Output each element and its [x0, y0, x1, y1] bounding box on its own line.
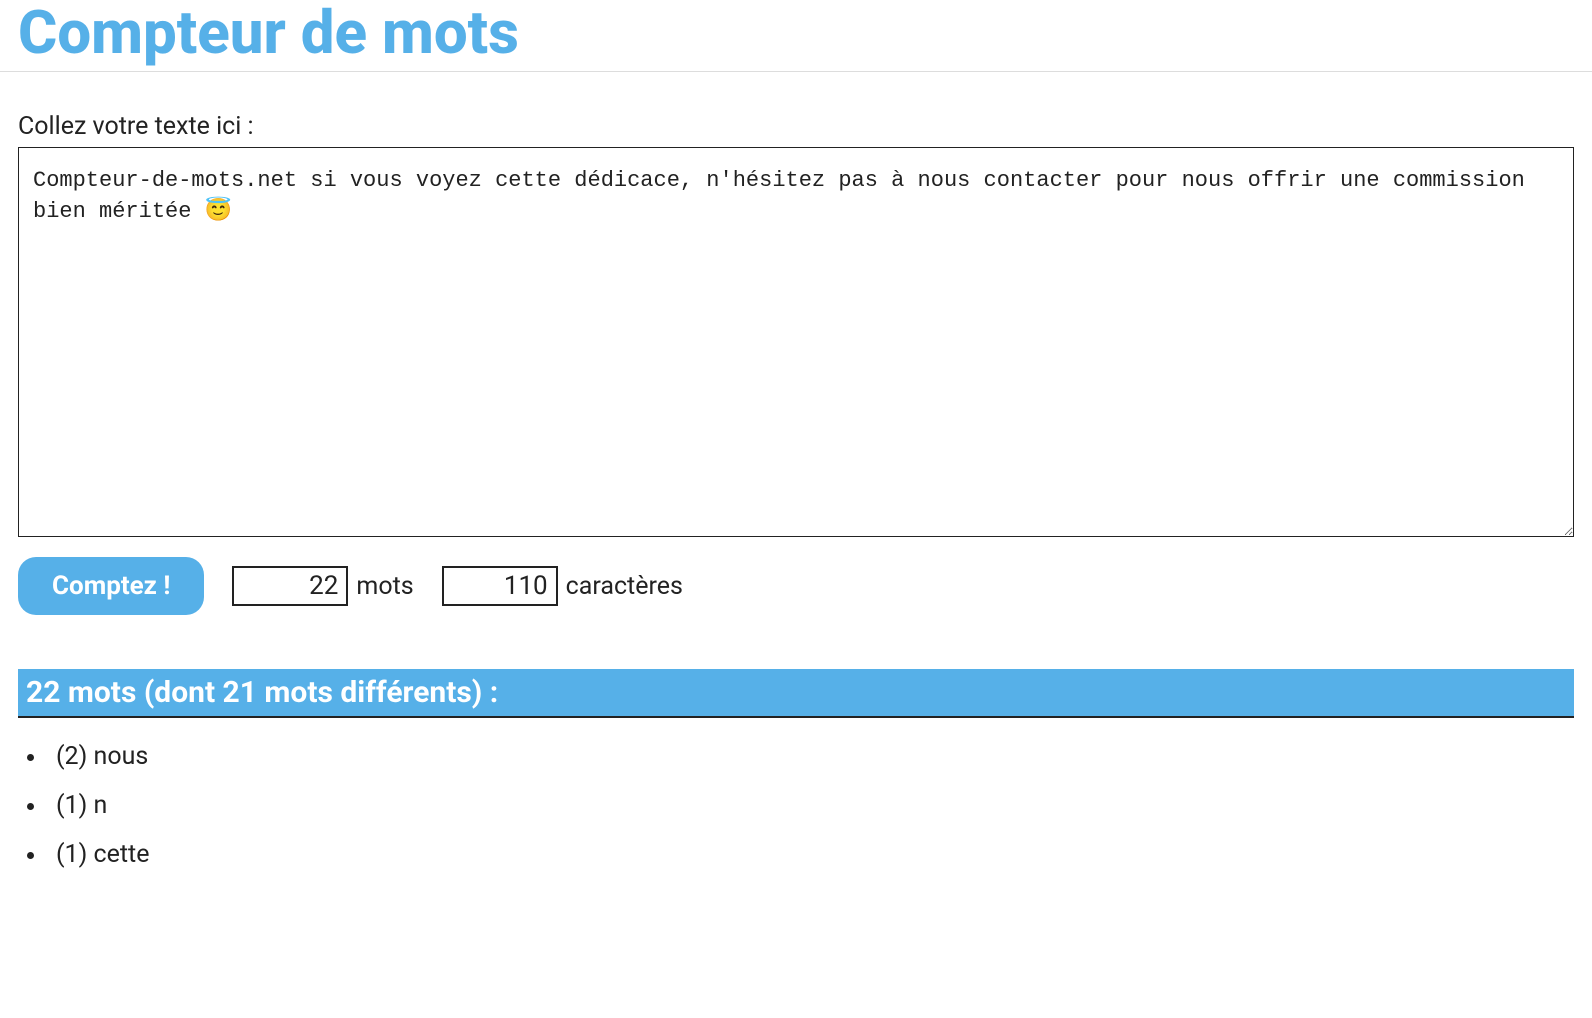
word-count-label: mots — [356, 572, 413, 601]
page-title: Compteur de mots — [18, 0, 1574, 66]
word-count-output — [232, 566, 348, 606]
word-count-group: mots — [232, 566, 413, 606]
list-item: (1) n — [48, 781, 1574, 830]
textarea-label: Collez votre texte ici : — [18, 112, 1574, 141]
char-count-label: caractères — [566, 572, 683, 601]
main-content: Collez votre texte ici : Compteur-de-mot… — [0, 72, 1592, 879]
list-item: (2) nous — [48, 732, 1574, 781]
char-count-group: caractères — [442, 566, 683, 606]
count-button[interactable]: Comptez ! — [18, 557, 204, 615]
text-input[interactable]: Compteur-de-mots.net si vous voyez cette… — [18, 147, 1574, 537]
word-frequency-list: (2) nous (1) n (1) cette — [18, 732, 1574, 879]
header: Compteur de mots — [0, 0, 1592, 72]
char-count-output — [442, 566, 558, 606]
list-item: (1) cette — [48, 830, 1574, 879]
controls-row: Comptez ! mots caractères — [18, 557, 1574, 615]
summary-heading: 22 mots (dont 21 mots différents) : — [18, 669, 1574, 718]
